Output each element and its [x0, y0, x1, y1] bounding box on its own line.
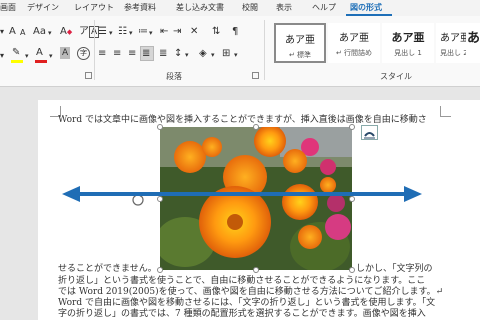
- double-headed-arrow-icon: [62, 186, 422, 202]
- arrow-overlay: [62, 186, 422, 206]
